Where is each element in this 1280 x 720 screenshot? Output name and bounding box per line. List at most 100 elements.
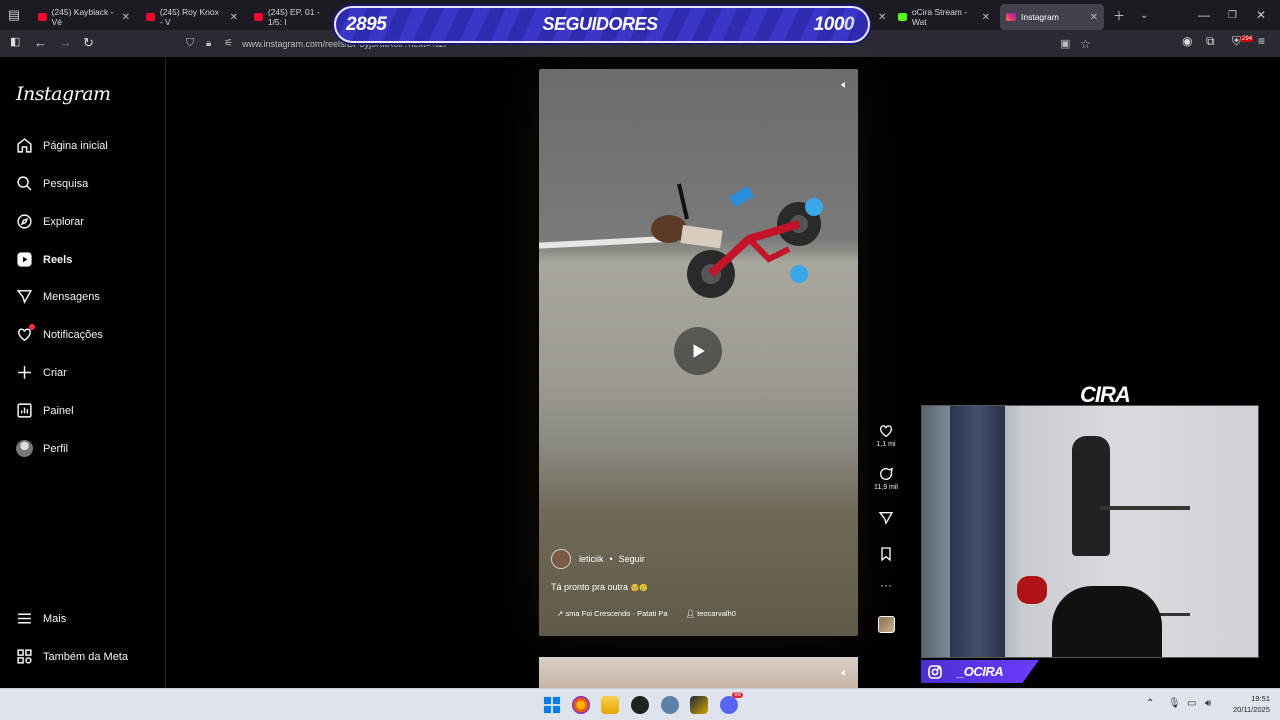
reload-icon[interactable]: ↻ (83, 35, 94, 51)
chevron-down-icon[interactable]: ⌄ (1140, 0, 1148, 30)
close-tab-icon[interactable]: ✕ (872, 4, 886, 30)
shield-icon[interactable]: ⛉ (186, 37, 194, 50)
sidebar-item-messages[interactable]: Mensagens (16, 288, 100, 305)
sidebar-item-more[interactable]: Mais (16, 610, 66, 627)
play-button[interactable] (674, 327, 722, 375)
sidebar-item-home[interactable]: Página inicial (16, 137, 108, 154)
tagged-user[interactable]: 👤︎ teocarvalh0 (686, 609, 736, 618)
send-icon (16, 288, 33, 305)
caption-text: Tá pronto pra outra (551, 582, 629, 592)
search-icon (16, 175, 33, 192)
like-button[interactable]: 1,1 mi (872, 423, 900, 448)
tab-kick[interactable]: oCira Stream - Wat ✕ (892, 4, 996, 30)
webcam-chair (1052, 586, 1162, 657)
share-button[interactable] (872, 510, 900, 526)
sidebar-item-label: Explorar (43, 215, 84, 228)
close-tab-icon[interactable]: ✕ (122, 12, 130, 23)
tab-instagram[interactable]: Instagram ✕ (1000, 4, 1104, 30)
comment-icon (880, 467, 893, 480)
instagram-icon (1006, 13, 1016, 21)
volume-icon[interactable]: 🔈︎ (841, 667, 848, 680)
sidebar-item-reels[interactable]: Reels (16, 251, 72, 268)
speaker-icon[interactable]: 🔊︎ (1205, 698, 1211, 709)
ublock-icon[interactable]: ⛨294 (1232, 34, 1254, 49)
next-reel-video[interactable]: 🔈︎ (539, 657, 858, 688)
app-icon[interactable] (690, 696, 708, 714)
sidebar-item-explore[interactable]: Explorar (16, 213, 84, 230)
obs-icon[interactable] (631, 696, 649, 714)
windows-start-icon[interactable] (543, 696, 561, 714)
reels-icon (16, 251, 33, 268)
reel-author: leticiik • Seguir (551, 549, 645, 569)
sidebar-item-label: Página inicial (43, 139, 108, 152)
sidebar-item-notifications[interactable]: Notificações (16, 324, 103, 343)
sidebar-item-label: Também da Meta (43, 650, 128, 663)
goal-count: 100 (813, 13, 845, 35)
save-button[interactable] (872, 546, 900, 562)
menu-icon (16, 610, 33, 627)
tab-youtube-3[interactable]: (245) EP. 01 - 1/5: l (248, 4, 338, 30)
followers-goal: 1000 (813, 13, 855, 36)
sidebar-toggle-icon[interactable]: ◧ (10, 35, 20, 48)
sidebar-item-profile[interactable]: Perfil (16, 440, 68, 457)
tab-label: Instagram (1021, 12, 1059, 22)
reel-video[interactable]: 🔈︎ leticiik • Seguir Tá pronto pra outra… (539, 69, 858, 636)
followers-label: SEGUIDORES (542, 14, 658, 34)
microphone-icon[interactable]: 🎙︎ (1168, 698, 1181, 709)
sidebar-item-create[interactable]: Criar (16, 364, 67, 381)
author-separator: • (609, 554, 613, 564)
discord-icon[interactable]: 99 (720, 692, 743, 714)
sidebar-item-meta[interactable]: Também da Meta (16, 648, 128, 665)
tagged-user-label: teocarvalh0 (697, 609, 736, 618)
system-clock[interactable]: 19:51 20/11/2025 (1233, 693, 1270, 715)
sidebar-item-dashboard[interactable]: Painel (16, 402, 74, 419)
audio-cover[interactable] (872, 616, 900, 633)
notification-dot (29, 324, 35, 330)
app-menu-icon[interactable]: ≡ (1258, 34, 1265, 48)
goal-suffix: 0 (843, 13, 855, 35)
network-icon[interactable]: ▭ (1187, 698, 1196, 709)
volume-icon[interactable]: 🔈︎ (841, 79, 848, 92)
more-options-button[interactable]: ··· (872, 578, 900, 592)
tab-youtube-2[interactable]: (245) Roy Knox - V ✕ (140, 4, 244, 30)
heart-icon (880, 425, 892, 438)
close-tab-icon[interactable]: ✕ (230, 12, 238, 23)
author-username[interactable]: leticiik (579, 554, 604, 564)
play-icon (693, 344, 705, 358)
instagram-handle: _OCIRA (957, 664, 1004, 679)
lock-icon[interactable]: 🔒︎ (206, 38, 211, 49)
close-tab-icon[interactable]: ✕ (1090, 12, 1098, 23)
settings-icon[interactable] (661, 696, 679, 714)
tab-label: oCira Stream - Wat (911, 7, 968, 27)
file-explorer-icon[interactable] (601, 696, 619, 714)
follow-button[interactable]: Seguir (619, 554, 645, 564)
account-icon[interactable]: ◉ (1182, 34, 1192, 48)
forward-icon[interactable]: → (59, 35, 72, 50)
audio-track[interactable]: ↗ sma Foi Crescendo · Patati Pa (557, 609, 668, 618)
window-close-icon[interactable]: ✕ (1256, 0, 1266, 30)
comment-button[interactable]: 11,9 mil (872, 466, 900, 491)
reel-caption[interactable]: Tá pronto pra outra 🥺🥲 (551, 582, 648, 592)
new-tab-icon[interactable]: ＋ (1113, 0, 1125, 30)
author-avatar[interactable] (551, 549, 571, 569)
back-icon[interactable]: ← (34, 35, 47, 50)
close-tab-icon[interactable]: ✕ (982, 12, 990, 23)
youtube-icon (254, 13, 263, 21)
bookmark-star-icon[interactable]: ☆ (1080, 37, 1091, 51)
minimize-icon[interactable]: — (1198, 0, 1210, 30)
tab-youtube-1[interactable]: (245) Kayblack - Vé ✕ (32, 4, 136, 30)
tray-chevron-icon[interactable]: ⌃ (1146, 698, 1154, 709)
reader-view-icon[interactable]: ▣ (1060, 37, 1070, 50)
restore-icon[interactable]: ❐ (1228, 0, 1237, 30)
permissions-icon[interactable]: ⚟ (224, 38, 233, 49)
firefox-icon[interactable] (572, 696, 590, 714)
caption-emoji: 🥺🥲 (630, 585, 648, 592)
sidebar-item-search[interactable]: Pesquisa (16, 175, 88, 192)
windows-taskbar: 99 ⌃ 🎙︎ ▭ 🔊︎ 19:51 20/11/2025 (0, 688, 1280, 720)
extensions-icon[interactable]: ⧉ (1206, 34, 1215, 49)
kick-icon (898, 13, 907, 21)
clock-time: 19:51 (1251, 694, 1270, 703)
compass-icon (16, 213, 33, 230)
tab-list-icon[interactable]: ▤ (0, 0, 28, 30)
instagram-logo[interactable]: Instagram (16, 83, 111, 105)
